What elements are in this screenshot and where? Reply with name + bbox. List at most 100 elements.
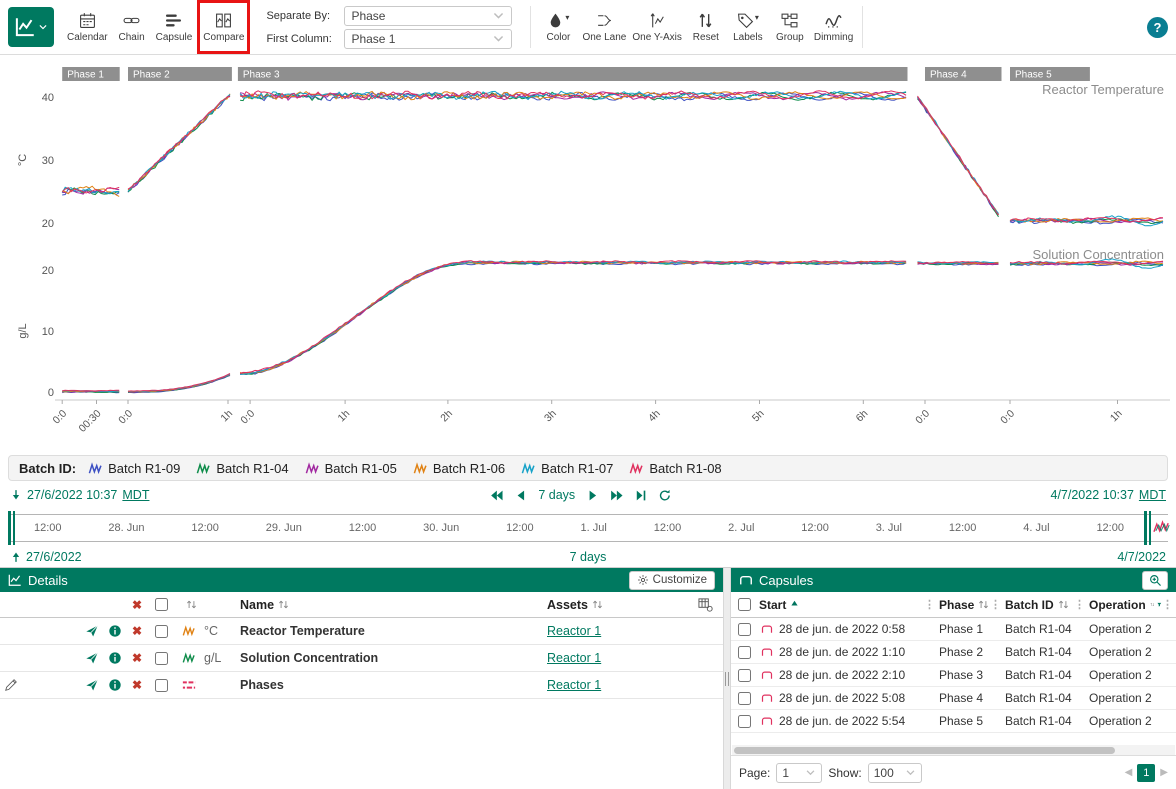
remove-icon[interactable]: ✖ (132, 624, 142, 638)
asset-link[interactable]: Reactor 1 (547, 651, 601, 665)
edit-icon[interactable] (4, 678, 18, 692)
scrollbar-thumb[interactable] (734, 747, 1115, 754)
step-back-icon[interactable] (514, 489, 527, 502)
trend-chart[interactable]: 0:000:300:01h0:01h2h3h4h5h6h0:00:01hPhas… (0, 55, 1176, 453)
column-menu-icon[interactable]: ⋮ (1162, 598, 1173, 611)
capsule-checkbox[interactable] (738, 715, 751, 728)
capsule-row[interactable]: 28 de jun. de 2022 5:54Phase 5Batch R1-0… (731, 710, 1176, 733)
worksheet-view-button[interactable] (8, 7, 54, 47)
timeline-band[interactable]: 12:0028. Jun12:0029. Jun12:0030. Jun12:0… (8, 514, 1168, 542)
svg-text:40: 40 (42, 92, 54, 104)
svg-text:0: 0 (48, 387, 54, 399)
toolbar-button-reset[interactable]: Reset (685, 3, 727, 51)
sort-icon[interactable] (186, 599, 197, 610)
send-icon[interactable] (85, 651, 99, 665)
table-options-icon[interactable] (698, 597, 713, 612)
details-row[interactable]: ✖g/LSolution ConcentrationReactor 1 (0, 645, 723, 672)
info-icon[interactable] (108, 651, 122, 665)
details-row[interactable]: ✖PhasesReactor 1 (0, 672, 723, 699)
timeline-left-handle[interactable] (8, 511, 16, 545)
capsule-checkbox[interactable] (738, 623, 751, 636)
next-page-icon[interactable]: ▶ (1160, 767, 1168, 778)
toolbar-button-labels[interactable]: ▾ Labels (727, 3, 769, 51)
legend-item-batch[interactable]: Batch R1-07 (521, 461, 613, 476)
toolbar-button-compare[interactable]: Compare (200, 3, 247, 51)
sort-icon[interactable] (978, 599, 989, 610)
zoom-to-capsule-button[interactable] (1142, 571, 1168, 590)
column-menu-icon[interactable]: ⋮ (1074, 598, 1085, 611)
legend-item-batch[interactable]: Batch R1-05 (305, 461, 397, 476)
toolbar-button-color[interactable]: ▾ Color (537, 3, 579, 51)
capsule-checkbox[interactable] (738, 669, 751, 682)
capsule-checkbox[interactable] (738, 646, 751, 659)
capsule-checkbox[interactable] (738, 692, 751, 705)
info-icon[interactable] (108, 678, 122, 692)
timeline-scrubber[interactable]: 12:0028. Jun12:0029. Jun12:0030. Jun12:0… (0, 509, 1176, 547)
row-checkbox[interactable] (155, 679, 168, 692)
toolbar-button-dimming[interactable]: Dimming (811, 3, 856, 51)
capsule-row[interactable]: 28 de jun. de 2022 2:10Phase 3Batch R1-0… (731, 664, 1176, 687)
separate-by-select[interactable]: Phase (344, 6, 512, 26)
start-column-header[interactable]: Start (759, 598, 786, 612)
operation-column-header[interactable]: Operation (1089, 598, 1146, 612)
details-row[interactable]: ✖°CReactor TemperatureReactor 1 (0, 618, 723, 645)
row-checkbox[interactable] (155, 652, 168, 665)
legend-item-batch[interactable]: Batch R1-09 (88, 461, 180, 476)
page-number-button[interactable]: 1 (1137, 764, 1155, 782)
capsule-row[interactable]: 28 de jun. de 2022 5:08Phase 4Batch R1-0… (731, 687, 1176, 710)
toolbar-button-calendar[interactable]: Calendar (64, 3, 111, 51)
send-icon[interactable] (85, 678, 99, 692)
column-menu-icon[interactable]: ⋮ (924, 598, 935, 611)
remove-icon[interactable]: ✖ (132, 678, 142, 692)
help-button[interactable]: ? (1147, 17, 1168, 38)
row-checkbox[interactable] (155, 625, 168, 638)
step-back-fast-icon[interactable] (490, 489, 503, 502)
asset-link[interactable]: Reactor 1 (547, 678, 601, 692)
select-all-capsules-checkbox[interactable] (738, 598, 751, 611)
column-menu-icon[interactable]: ⋮ (990, 598, 1001, 611)
first-column-select[interactable]: Phase 1 (344, 29, 512, 49)
phase-column-header[interactable]: Phase (939, 598, 974, 612)
sort-icon[interactable] (278, 599, 289, 610)
timezone-link[interactable]: MDT (122, 488, 149, 502)
sort-icon[interactable] (1058, 599, 1069, 610)
remove-icon[interactable]: ✖ (132, 651, 142, 665)
send-icon[interactable] (85, 624, 99, 638)
toolbar-button-group[interactable]: Group (769, 3, 811, 51)
prev-page-icon[interactable]: ◀ (1125, 767, 1133, 778)
toolbar-button-capsule[interactable]: Capsule (153, 3, 196, 51)
customize-button[interactable]: Customize (629, 571, 715, 590)
capsule-row[interactable]: 28 de jun. de 2022 1:10Phase 2Batch R1-0… (731, 641, 1176, 664)
toolbar-button-one-lane[interactable]: One Lane (579, 3, 629, 51)
toolbar-button-chain[interactable]: Chain (111, 3, 153, 51)
legend-item-batch[interactable]: Batch R1-04 (196, 461, 288, 476)
toolbar-button-one-y-axis[interactable]: One Y-Axis (629, 3, 684, 51)
capsule-row[interactable]: 28 de jun. de 2022 0:58Phase 1Batch R1-0… (731, 618, 1176, 641)
trend-svg[interactable]: 0:000:300:01h0:01h2h3h4h5h6h0:00:01hPhas… (0, 55, 1176, 453)
sort-icon[interactable] (1150, 599, 1155, 610)
batch-id-column-header[interactable]: Batch ID (1005, 598, 1054, 612)
legend-item-batch[interactable]: Batch R1-08 (629, 461, 721, 476)
step-to-end-icon[interactable] (634, 489, 647, 502)
info-icon[interactable] (108, 624, 122, 638)
range-duration: 7 days (538, 488, 575, 502)
name-column-header[interactable]: Name (240, 598, 274, 612)
step-forward-icon[interactable] (586, 489, 599, 502)
investigate-end-date: 4/7/2022 (1117, 550, 1166, 564)
remove-all-icon[interactable]: ✖ (132, 598, 142, 612)
legend-item-batch[interactable]: Batch R1-06 (413, 461, 505, 476)
timeline-right-handle[interactable] (1144, 511, 1152, 545)
panel-splitter[interactable] (723, 568, 731, 789)
asset-link[interactable]: Reactor 1 (547, 624, 601, 638)
bottom-panels: Details Customize ✖ Name Assets ✖°CReact… (0, 567, 1176, 789)
assets-column-header[interactable]: Assets (547, 598, 588, 612)
step-forward-fast-icon[interactable] (610, 489, 623, 502)
timezone-link[interactable]: MDT (1139, 488, 1166, 502)
sort-icon[interactable] (592, 599, 603, 610)
capsule-icon (761, 646, 773, 658)
refresh-icon[interactable] (658, 489, 671, 502)
horizontal-scrollbar[interactable] (732, 745, 1175, 755)
page-select[interactable]: 1 (776, 763, 822, 783)
select-all-checkbox[interactable] (155, 598, 168, 611)
show-select[interactable]: 100 (868, 763, 922, 783)
